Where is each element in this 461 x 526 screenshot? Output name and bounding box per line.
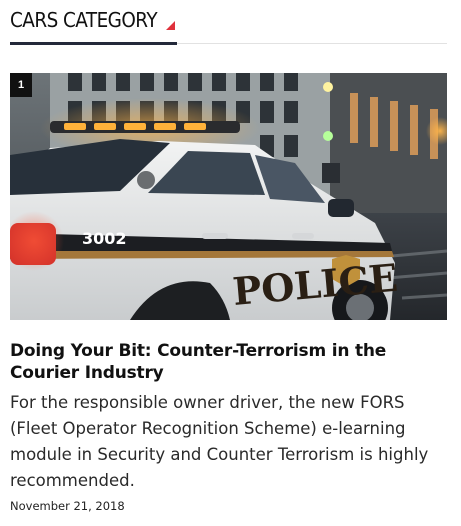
title-accent-triangle-icon xyxy=(165,21,175,30)
car-number-text: 3002 xyxy=(82,229,127,248)
post-date: November 21, 2018 xyxy=(10,499,125,513)
post-title-link[interactable]: Doing Your Bit: Counter-Terrorism in the… xyxy=(10,340,447,384)
police-car-image: 3002 POLICE xyxy=(10,73,447,320)
widget-header: CARS CATEGORY xyxy=(10,0,447,45)
rank-badge: 1 xyxy=(10,73,32,97)
widget-title-wrap: CARS CATEGORY xyxy=(10,7,177,45)
post-image-link[interactable]: 3002 POLICE 1 xyxy=(10,73,447,320)
post-excerpt: For the responsible owner driver, the ne… xyxy=(10,393,429,490)
widget-title: CARS CATEGORY xyxy=(10,8,158,32)
cars-category-widget: CARS CATEGORY 3002 POLICE 1 Doing Your B… xyxy=(10,0,447,513)
